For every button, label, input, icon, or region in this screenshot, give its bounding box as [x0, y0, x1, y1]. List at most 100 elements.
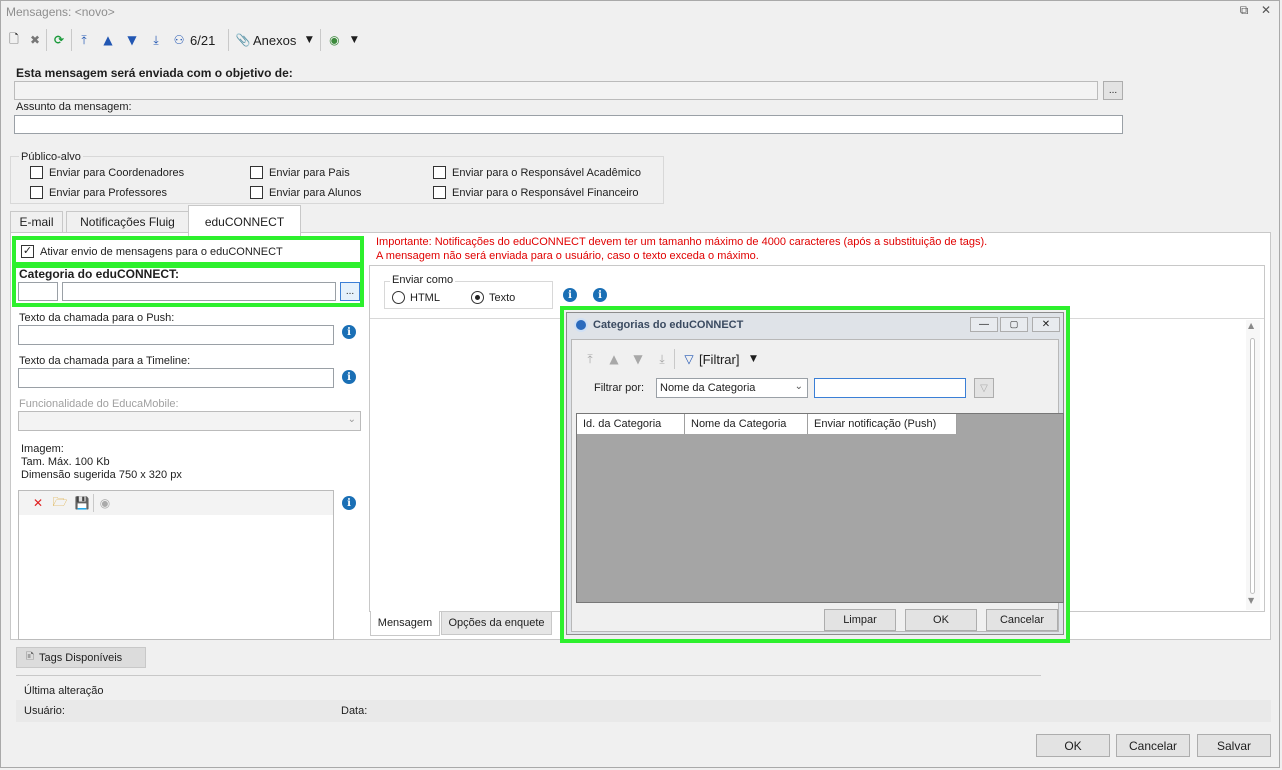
info-icon[interactable]: i	[593, 288, 607, 302]
checkbox-label: Enviar para o Responsável Financeiro	[452, 186, 639, 199]
column-category-name[interactable]: Nome da Categoria	[685, 414, 808, 434]
warning-line-2: A mensagem não será enviada para o usuár…	[376, 250, 759, 262]
webcam-icon[interactable]: ◉	[94, 496, 116, 510]
objective-field[interactable]	[14, 81, 1098, 100]
ok-button[interactable]: OK	[1036, 734, 1110, 757]
categories-grid[interactable]: Id. da Categoria Nome da Categoria Envia…	[576, 413, 1064, 603]
radio-button[interactable]	[392, 291, 405, 304]
warning-line-1: Importante: Notificações do eduCONNECT d…	[376, 236, 988, 248]
push-label: Texto da chamada para o Push:	[19, 312, 175, 324]
dialog-ok-button[interactable]: OK	[905, 609, 977, 631]
checkbox[interactable]	[250, 166, 263, 179]
checkbox[interactable]	[250, 186, 263, 199]
previous-record-icon[interactable]: ▲	[602, 352, 626, 366]
scroll-down-icon[interactable]: ▼	[1248, 596, 1254, 605]
tags-button[interactable]: 🗈 Tags Disponíveis	[16, 647, 146, 668]
first-record-icon[interactable]: ⤒	[72, 33, 96, 48]
info-icon[interactable]: i	[342, 370, 356, 384]
clear-button[interactable]: Limpar	[824, 609, 896, 631]
feature-select[interactable]: ⌄	[18, 411, 361, 431]
first-record-icon[interactable]: ⤒	[578, 352, 602, 367]
tab-educonnect[interactable]: eduCONNECT	[188, 205, 301, 237]
app-icon	[574, 318, 588, 332]
category-id-input[interactable]	[18, 282, 58, 301]
dialog-title: Categorias do eduCONNECT	[593, 319, 744, 331]
chevron-down-icon[interactable]: ▼	[302, 35, 316, 45]
last-record-icon[interactable]: ⤓	[650, 352, 674, 367]
scrollbar[interactable]: ▲ ▼	[1246, 320, 1260, 610]
categories-dialog: Categorias do eduCONNECT — ▢ ✕ ⤒ ▲ ▼ ⤓ ▽…	[560, 306, 1070, 643]
category-label: Categoria do eduCONNECT:	[19, 267, 180, 281]
tab-fluig-notifications[interactable]: Notificações Fluig	[66, 211, 189, 233]
send-as-html[interactable]: HTML	[392, 291, 440, 304]
info-icon[interactable]: i	[563, 288, 577, 302]
audience-students[interactable]: Enviar para Alunos	[250, 186, 361, 199]
tab-poll-options[interactable]: Opções da enquete	[441, 611, 552, 635]
checkbox[interactable]	[433, 166, 446, 179]
column-category-id[interactable]: Id. da Categoria	[577, 414, 685, 434]
checkbox-checked[interactable]: ✓	[21, 245, 34, 258]
push-input[interactable]	[18, 325, 334, 345]
enable-educonnect[interactable]: ✓ Ativar envio de mensagens para o eduCO…	[21, 245, 283, 258]
dialog-cancel-button[interactable]: Cancelar	[986, 609, 1058, 631]
attachments-button[interactable]: Anexos	[253, 33, 296, 48]
category-name-input[interactable]	[62, 282, 336, 301]
audience-label: Público-alvo	[19, 151, 83, 163]
restore-icon[interactable]: ⧉	[1237, 3, 1251, 18]
cancel-button[interactable]: Cancelar	[1116, 734, 1190, 757]
previous-record-icon[interactable]: ▲	[96, 33, 120, 47]
checkbox[interactable]	[433, 186, 446, 199]
filter-button[interactable]: [Filtrar]	[699, 352, 739, 367]
filter-by-select[interactable]: Nome da Categoria ⌄	[656, 378, 808, 398]
close-icon[interactable]: ✕	[1032, 317, 1060, 332]
category-browse-button[interactable]: ...	[340, 282, 360, 301]
checkbox-label: Enviar para Pais	[269, 166, 350, 179]
scroll-thumb[interactable]	[1250, 338, 1255, 594]
scroll-up-icon[interactable]: ▲	[1248, 321, 1254, 330]
maximize-icon[interactable]: ▢	[1000, 317, 1028, 332]
audience-academic-responsible[interactable]: Enviar para o Responsável Acadêmico	[433, 166, 641, 179]
checkbox[interactable]	[30, 166, 43, 179]
main-toolbar: 🗋 ✖ ⟳ ⤒ ▲ ▼ ⤓ ⚇ 6/21 📎 Anexos ▼ ◉ ▼	[4, 28, 404, 52]
close-icon[interactable]: ✕	[1259, 3, 1273, 17]
enable-label: Ativar envio de mensagens para o eduCONN…	[40, 245, 283, 258]
column-send-push[interactable]: Enviar notificação (Push)	[808, 414, 957, 434]
minimize-icon[interactable]: —	[970, 317, 998, 332]
delete-icon[interactable]: ✖	[24, 33, 46, 47]
binoculars-icon[interactable]: ⚇	[168, 33, 190, 47]
radio-button-selected[interactable]	[471, 291, 484, 304]
open-folder-icon[interactable]: 🗁	[49, 493, 71, 514]
save-disk-icon[interactable]: 💾	[71, 496, 93, 510]
save-button[interactable]: Salvar	[1197, 734, 1271, 757]
tab-message[interactable]: Mensagem	[370, 611, 440, 636]
image-toolbar: ✕ 🗁 💾 ◉	[19, 491, 333, 515]
apply-filter-icon[interactable]: ▽	[974, 378, 994, 398]
next-record-icon[interactable]: ▼	[626, 352, 650, 366]
audience-teachers[interactable]: Enviar para Professores	[30, 186, 167, 199]
tab-email[interactable]: E-mail	[10, 211, 63, 233]
chevron-down-icon[interactable]: ▼	[347, 35, 361, 45]
info-icon[interactable]: i	[342, 325, 356, 339]
globe-icon[interactable]: ◉	[321, 33, 347, 47]
checkbox-label: Enviar para Alunos	[269, 186, 362, 199]
last-record-icon[interactable]: ⤓	[144, 33, 168, 48]
chevron-down-icon[interactable]: ▼	[747, 354, 759, 364]
subject-input[interactable]	[14, 115, 1123, 134]
audience-financial-responsible[interactable]: Enviar para o Responsável Financeiro	[433, 186, 639, 199]
objective-browse-button[interactable]: ...	[1103, 81, 1123, 100]
remove-image-icon[interactable]: ✕	[27, 496, 49, 510]
audience-parents[interactable]: Enviar para Pais	[250, 166, 350, 179]
new-icon[interactable]: 🗋	[4, 30, 24, 51]
refresh-icon[interactable]: ⟳	[47, 33, 71, 47]
grid-header: Id. da Categoria Nome da Categoria Envia…	[577, 414, 957, 434]
filter-value-input[interactable]	[814, 378, 966, 398]
paperclip-icon[interactable]: 📎	[233, 33, 253, 47]
audience-coordinators[interactable]: Enviar para Coordenadores	[30, 166, 184, 179]
checkbox[interactable]	[30, 186, 43, 199]
info-icon[interactable]: i	[342, 496, 356, 510]
send-as-text[interactable]: Texto	[471, 291, 515, 304]
timeline-input[interactable]	[18, 368, 334, 388]
funnel-icon[interactable]: ▽	[679, 352, 699, 366]
next-record-icon[interactable]: ▼	[120, 33, 144, 47]
dialog-title-bar: Categorias do eduCONNECT — ▢ ✕	[567, 313, 1063, 337]
